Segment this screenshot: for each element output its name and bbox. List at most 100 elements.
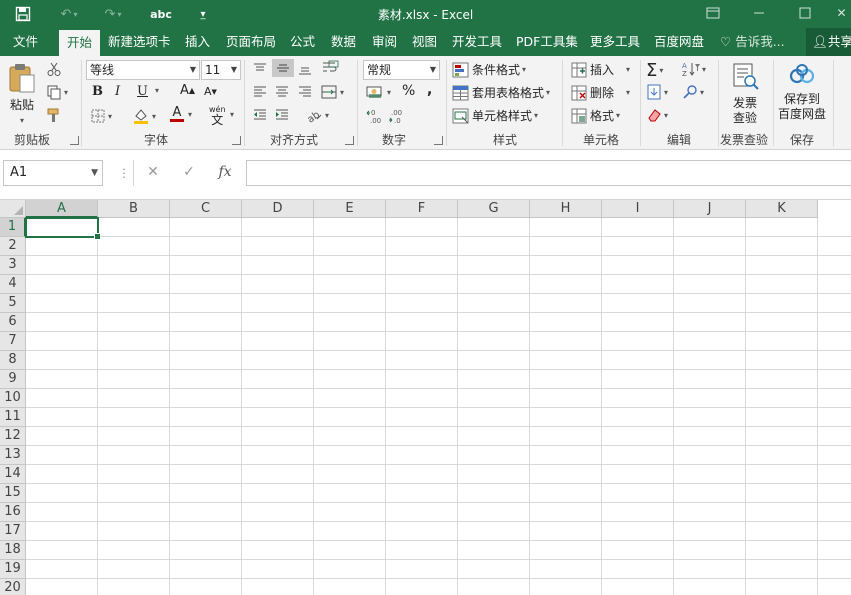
- increase-decimal-icon[interactable]: 0.00: [366, 108, 386, 124]
- row-header-10[interactable]: 10: [0, 389, 26, 408]
- column-header-i[interactable]: I: [602, 200, 674, 218]
- customize-quick-access-icon[interactable]: ▾̲: [194, 4, 212, 24]
- clear-icon[interactable]: ▾: [646, 107, 668, 123]
- tab-pdf-tools[interactable]: PDF工具集: [516, 28, 578, 56]
- shrink-font-button[interactable]: A ▼: [204, 85, 217, 98]
- row-header-6[interactable]: 6: [0, 313, 26, 332]
- row-header-2[interactable]: 2: [0, 237, 26, 256]
- font-name-select[interactable]: 等线 ▼: [86, 60, 200, 80]
- font-color-dropdown-icon[interactable]: ▾: [186, 110, 192, 119]
- spelling-button[interactable]: abc: [146, 4, 176, 24]
- tab-baidu-netdisk[interactable]: 百度网盘: [654, 28, 704, 56]
- align-center-icon[interactable]: [274, 85, 290, 99]
- format-painter-icon[interactable]: [46, 107, 62, 123]
- row-header-5[interactable]: 5: [0, 294, 26, 313]
- row-header-3[interactable]: 3: [0, 256, 26, 275]
- increase-indent-icon[interactable]: [274, 108, 290, 122]
- merge-center-icon[interactable]: ▾: [320, 84, 344, 100]
- tab-page-layout[interactable]: 页面布局: [226, 28, 276, 56]
- share-button[interactable]: 👤︎共享: [806, 28, 851, 56]
- column-header-c[interactable]: C: [170, 200, 242, 218]
- phonetic-guide-button[interactable]: wén 文: [209, 105, 226, 126]
- maximize-icon[interactable]: [790, 3, 820, 23]
- insert-function-button[interactable]: fx: [214, 164, 236, 180]
- tab-more-tools[interactable]: 更多工具: [590, 28, 640, 56]
- percent-style-button[interactable]: %: [402, 83, 415, 99]
- column-header-h[interactable]: H: [530, 200, 602, 218]
- fill-color-icon[interactable]: ▾: [132, 107, 156, 125]
- align-right-icon[interactable]: [297, 85, 313, 99]
- tab-review[interactable]: 审阅: [372, 28, 397, 56]
- tab-home[interactable]: 开始: [59, 30, 101, 56]
- fill-icon[interactable]: ▾: [646, 84, 668, 100]
- name-box[interactable]: A1 ▼: [3, 160, 103, 186]
- ribbon-display-options-icon[interactable]: [698, 3, 728, 23]
- bottom-align-icon[interactable]: [297, 62, 313, 76]
- tab-view[interactable]: 视图: [412, 28, 437, 56]
- drag-handle-icon[interactable]: ⋮: [118, 166, 130, 180]
- row-header-11[interactable]: 11: [0, 408, 26, 427]
- decrease-decimal-icon[interactable]: .00.0: [388, 108, 408, 124]
- orientation-icon[interactable]: ab ▾: [305, 107, 329, 123]
- currency-format-icon[interactable]: ▾: [365, 84, 391, 100]
- row-header-19[interactable]: 19: [0, 560, 26, 579]
- row-header-9[interactable]: 9: [0, 370, 26, 389]
- align-left-icon[interactable]: [252, 85, 268, 99]
- bold-button[interactable]: B: [92, 84, 103, 99]
- select-all-button[interactable]: [0, 200, 26, 218]
- autosum-icon[interactable]: Σ ▾: [646, 60, 663, 81]
- sort-filter-icon[interactable]: A Z ▾: [682, 61, 706, 77]
- row-header-12[interactable]: 12: [0, 427, 26, 446]
- conditional-formatting-button[interactable]: 条件格式 ▾: [452, 61, 526, 78]
- cell-styles-button[interactable]: 单元格样式 ▾: [452, 107, 538, 124]
- active-cell-selection[interactable]: [25, 217, 101, 240]
- wrap-text-icon[interactable]: [321, 60, 339, 76]
- italic-button[interactable]: I: [115, 84, 120, 99]
- alignment-launcher-icon[interactable]: [345, 136, 354, 145]
- underline-dropdown-icon[interactable]: ▾: [153, 86, 159, 95]
- minimize-icon[interactable]: [744, 3, 774, 23]
- close-icon[interactable]: ✕: [832, 3, 851, 23]
- tab-file[interactable]: 文件: [13, 28, 38, 56]
- tab-data[interactable]: 数据: [331, 28, 356, 56]
- save-to-baidu-button[interactable]: 保存到 百度网盘: [776, 62, 828, 122]
- format-cells-button[interactable]: 格式 ▾: [571, 107, 620, 124]
- copy-icon[interactable]: ▾: [46, 84, 68, 100]
- middle-align-icon[interactable]: [272, 59, 294, 77]
- row-header-1[interactable]: 1: [0, 218, 26, 237]
- font-launcher-icon[interactable]: [232, 136, 241, 145]
- borders-icon[interactable]: ▾: [90, 108, 112, 124]
- tell-me-box[interactable]: ♡ 告诉我...: [720, 28, 785, 56]
- tab-developer[interactable]: 开发工具: [452, 28, 502, 56]
- column-header-j[interactable]: J: [674, 200, 746, 218]
- column-header-e[interactable]: E: [314, 200, 386, 218]
- undo-icon[interactable]: ↶ ▾: [56, 4, 82, 24]
- top-align-icon[interactable]: [252, 62, 268, 76]
- enter-icon[interactable]: ✓: [178, 164, 200, 180]
- underline-button[interactable]: U: [137, 84, 148, 99]
- row-header-7[interactable]: 7: [0, 332, 26, 351]
- cut-icon[interactable]: [46, 61, 62, 77]
- row-header-14[interactable]: 14: [0, 465, 26, 484]
- tab-new-tab[interactable]: 新建选项卡: [108, 28, 171, 56]
- row-header-20[interactable]: 20: [0, 579, 26, 595]
- column-header-d[interactable]: D: [242, 200, 314, 218]
- clipboard-launcher-icon[interactable]: [70, 136, 79, 145]
- row-header-16[interactable]: 16: [0, 503, 26, 522]
- row-header-18[interactable]: 18: [0, 541, 26, 560]
- column-header-f[interactable]: F: [386, 200, 458, 218]
- comma-style-button[interactable]: ,: [427, 82, 432, 98]
- grow-font-button[interactable]: A ▲: [180, 83, 195, 98]
- cell-area[interactable]: [26, 218, 851, 595]
- column-header-g[interactable]: G: [458, 200, 530, 218]
- column-header-a[interactable]: A: [26, 200, 98, 218]
- column-header-k[interactable]: K: [746, 200, 818, 218]
- formula-input[interactable]: [246, 160, 851, 186]
- row-header-8[interactable]: 8: [0, 351, 26, 370]
- column-header-b[interactable]: B: [98, 200, 170, 218]
- paste-button[interactable]: 粘贴 ▾: [6, 62, 38, 128]
- row-header-15[interactable]: 15: [0, 484, 26, 503]
- font-color-button[interactable]: A: [170, 106, 184, 122]
- redo-icon[interactable]: ↷ ▾: [100, 4, 126, 24]
- insert-cells-button[interactable]: 插入 ▾: [571, 61, 630, 78]
